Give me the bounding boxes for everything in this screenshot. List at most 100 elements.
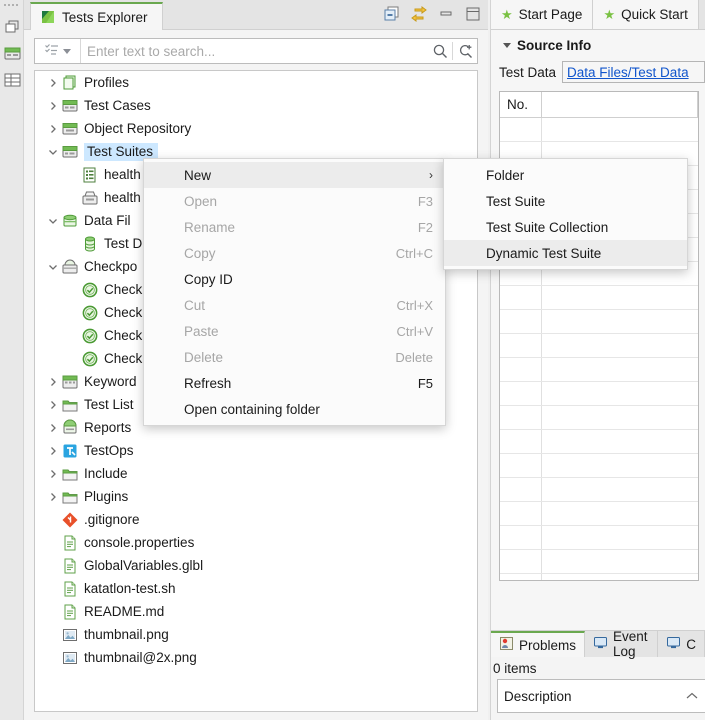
grid-cell-value[interactable]: [542, 550, 698, 573]
tree-item-plugins[interactable]: Plugins: [35, 485, 477, 508]
collapse-all-icon[interactable]: [383, 5, 401, 23]
grid-empty-row[interactable]: [500, 430, 698, 454]
test-data-link[interactable]: Data Files/Test Data: [567, 65, 689, 80]
chevron-right-icon[interactable]: [45, 71, 61, 94]
submenu-item-test-suite-collection[interactable]: Test Suite Collection: [444, 214, 687, 240]
tree-item-thumbnail-2x-png[interactable]: thumbnail@2x.png: [35, 646, 477, 669]
tree-item-test-cases[interactable]: Test Cases: [35, 94, 477, 117]
caret-up-icon[interactable]: [685, 689, 699, 704]
source-info-section-header[interactable]: Source Info: [491, 30, 705, 59]
chevron-right-icon[interactable]: [45, 370, 61, 393]
grid-cell-no[interactable]: [500, 526, 542, 549]
menu-item-refresh[interactable]: Refresh F5: [144, 370, 445, 396]
menu-item-copy-id[interactable]: Copy ID: [144, 266, 445, 292]
grid-empty-row[interactable]: [500, 526, 698, 550]
grid-cell-value[interactable]: [542, 406, 698, 429]
bottom-tab-event-log[interactable]: Event Log: [585, 629, 659, 659]
tree-item-object-repository[interactable]: Object Repository: [35, 117, 477, 140]
grid-empty-row[interactable]: [500, 286, 698, 310]
grid-cell-no[interactable]: [500, 118, 542, 141]
grid-cell-value[interactable]: [542, 334, 698, 357]
bottom-tab-c[interactable]: C: [658, 631, 705, 657]
chevron-right-icon[interactable]: [45, 117, 61, 140]
restore-view-icon[interactable]: [3, 18, 22, 37]
chevron-right-icon[interactable]: [45, 416, 61, 439]
search-input[interactable]: [81, 40, 428, 62]
grid-column-blank[interactable]: [542, 92, 698, 117]
grid-cell-no[interactable]: [500, 310, 542, 333]
tree-item-console-properties[interactable]: console.properties: [35, 531, 477, 554]
grid-empty-row[interactable]: [500, 478, 698, 502]
grid-cell-value[interactable]: [542, 382, 698, 405]
test-data-value-box[interactable]: Data Files/Test Data: [562, 61, 705, 83]
grid-cell-no[interactable]: [500, 574, 542, 580]
grid-cell-value[interactable]: [542, 502, 698, 525]
editor-tab-quick-start[interactable]: ★ Quick Start: [593, 0, 699, 29]
grid-empty-row[interactable]: [500, 406, 698, 430]
grid-cell-value[interactable]: [542, 286, 698, 309]
tab-tests-explorer[interactable]: Tests Explorer: [30, 2, 163, 30]
tree-item-thumbnail-png[interactable]: thumbnail.png: [35, 623, 477, 646]
editor-tab-start-page[interactable]: ★ Start Page: [491, 0, 594, 29]
grid-empty-row[interactable]: [500, 334, 698, 358]
chevron-right-icon[interactable]: [45, 393, 61, 416]
grid-column-no[interactable]: No.: [500, 92, 542, 117]
grid-cell-value[interactable]: [542, 454, 698, 477]
minimize-icon[interactable]: [437, 5, 455, 23]
tree-item-globalvariables-glbl[interactable]: GlobalVariables.glbl: [35, 554, 477, 577]
tree-item-katatlon-test-sh[interactable]: katatlon-test.sh: [35, 577, 477, 600]
grid-empty-row[interactable]: [500, 358, 698, 382]
grid-cell-no[interactable]: [500, 406, 542, 429]
grid-empty-row[interactable]: [500, 382, 698, 406]
rail-drag-grip[interactable]: [3, 3, 21, 8]
grid-cell-no[interactable]: [500, 550, 542, 573]
grid-cell-value[interactable]: [542, 118, 698, 141]
context-menu[interactable]: New › Open F3 Rename F2 Copy Ctrl+C Copy ID Cut Ct…: [143, 158, 446, 426]
menu-item-new[interactable]: New ›: [144, 162, 445, 188]
grid-cell-no[interactable]: [500, 334, 542, 357]
grid-cell-value[interactable]: [542, 574, 698, 580]
grid-empty-row[interactable]: [500, 118, 698, 142]
chevron-down-icon[interactable]: [45, 140, 61, 163]
tests-explorer-rail-icon[interactable]: [3, 44, 22, 63]
link-with-editor-icon[interactable]: [410, 5, 428, 23]
triangle-down-icon[interactable]: [503, 43, 511, 48]
submenu-item-folder[interactable]: Folder: [444, 162, 687, 188]
grid-cell-no[interactable]: [500, 502, 542, 525]
chevron-right-icon[interactable]: [45, 462, 61, 485]
magnifier-plus-icon[interactable]: [453, 39, 477, 63]
grid-cell-value[interactable]: [542, 478, 698, 501]
grid-cell-no[interactable]: [500, 430, 542, 453]
maximize-icon[interactable]: [464, 5, 482, 23]
grid-cell-no[interactable]: [500, 382, 542, 405]
submenu-item-test-suite[interactable]: Test Suite: [444, 188, 687, 214]
grid-cell-no[interactable]: [500, 478, 542, 501]
chevron-right-icon[interactable]: [45, 439, 61, 462]
grid-cell-no[interactable]: [500, 454, 542, 477]
tree-item-include[interactable]: Include: [35, 462, 477, 485]
magnifier-icon[interactable]: [428, 39, 452, 63]
chevron-down-icon[interactable]: [45, 209, 61, 232]
grid-empty-row[interactable]: [500, 502, 698, 526]
grid-cell-value[interactable]: [542, 430, 698, 453]
filter-dropdown-button[interactable]: [35, 39, 81, 63]
grid-empty-row[interactable]: [500, 574, 698, 580]
grid-empty-row[interactable]: [500, 310, 698, 334]
table-view-rail-icon[interactable]: [3, 70, 22, 89]
description-column-header[interactable]: Description: [504, 689, 572, 704]
grid-empty-row[interactable]: [500, 550, 698, 574]
bottom-tab-problems[interactable]: Problems: [491, 631, 586, 657]
grid-cell-value[interactable]: [542, 358, 698, 381]
grid-cell-no[interactable]: [500, 286, 542, 309]
chevron-right-icon[interactable]: [45, 94, 61, 117]
grid-cell-no[interactable]: [500, 358, 542, 381]
new-submenu[interactable]: Folder Test Suite Test Suite Collection Dyn…: [443, 158, 688, 270]
tree-item-profiles[interactable]: Profiles: [35, 71, 477, 94]
chevron-down-icon[interactable]: [45, 255, 61, 278]
submenu-item-dynamic-test-suite[interactable]: Dynamic Test Suite: [444, 240, 687, 266]
tree-item-gitignore[interactable]: .gitignore: [35, 508, 477, 531]
grid-empty-row[interactable]: [500, 454, 698, 478]
grid-cell-value[interactable]: [542, 310, 698, 333]
menu-item-open-containing-folder[interactable]: Open containing folder: [144, 396, 445, 422]
tree-item-readme-md[interactable]: README.md: [35, 600, 477, 623]
